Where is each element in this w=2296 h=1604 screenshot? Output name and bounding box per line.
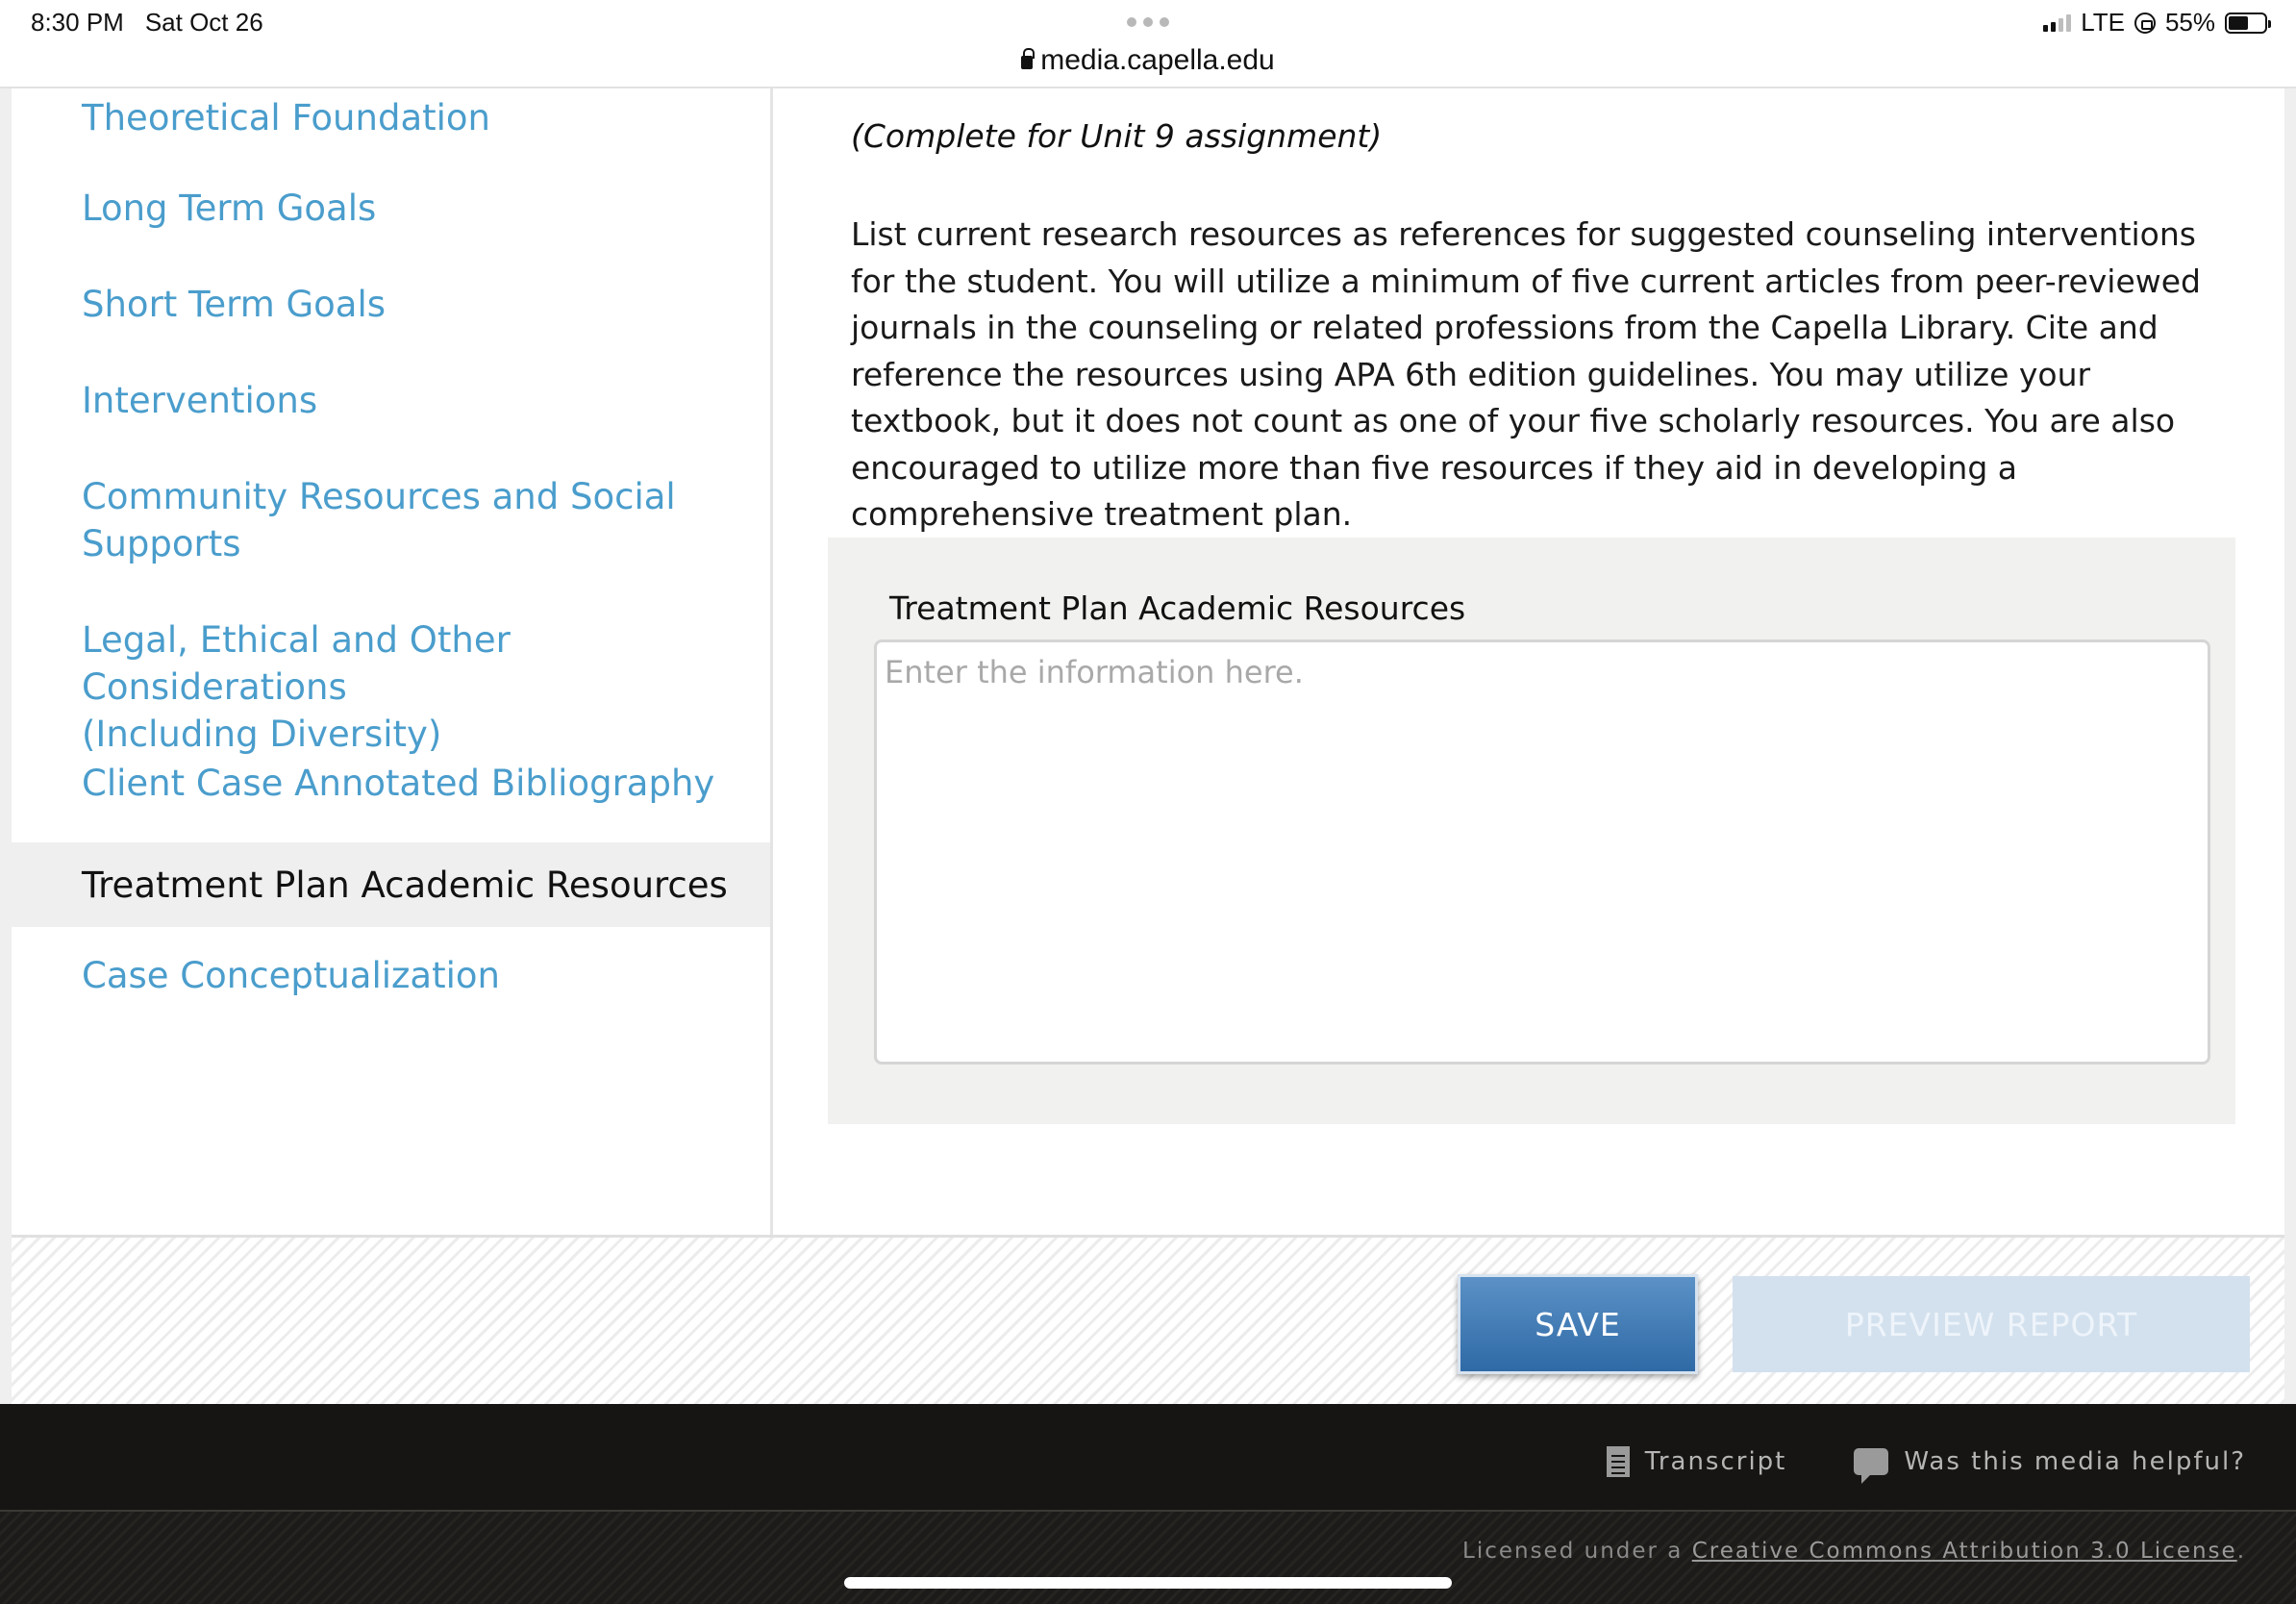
nav-item-label-line2: Supports: [82, 523, 241, 564]
nav-item-label: Case Conceptualization: [82, 955, 500, 996]
resources-textarea[interactable]: [874, 639, 2210, 1065]
nav-item-community-resources[interactable]: Community Resources and Social Supports: [12, 473, 770, 567]
home-indicator[interactable]: [844, 1577, 1452, 1589]
left-gutter: [0, 88, 12, 1408]
main-content: (Complete for Unit 9 assignment) List cu…: [776, 88, 2284, 1235]
section-navigation: Theoretical Foundation Long Term Goals S…: [12, 88, 773, 1235]
signal-icon: [2043, 13, 2072, 32]
address-bar-url: media.capella.edu: [1040, 44, 1275, 76]
nav-item-label: Short Term Goals: [82, 284, 387, 325]
license-prefix: Licensed under a: [1462, 1539, 1692, 1564]
battery-icon: [2225, 12, 2271, 34]
nav-item-label: Long Term Goals: [82, 188, 377, 229]
battery-percentage: 55%: [2164, 8, 2215, 37]
nav-item-case-conceptualization[interactable]: Case Conceptualization: [12, 952, 770, 999]
document-icon[interactable]: [1606, 1446, 1630, 1477]
feedback-link[interactable]: Was this media helpful?: [1904, 1447, 2246, 1476]
status-date: Sat Oct 26: [144, 8, 263, 37]
status-indicators: LTE 55%: [2043, 8, 2271, 38]
nav-item-treatment-plan-resources[interactable]: Treatment Plan Academic Resources: [12, 842, 770, 927]
license-text: Licensed under a Creative Commons Attrib…: [1462, 1539, 2246, 1564]
license-bar: Licensed under a Creative Commons Attrib…: [0, 1512, 2296, 1604]
nav-item-label: Legal, Ethical and Other Considerations: [82, 619, 511, 708]
license-link[interactable]: Creative Commons Attribution 3.0 License: [1692, 1539, 2237, 1564]
status-time: 8:30 PM: [31, 8, 124, 37]
network-type: LTE: [2081, 8, 2125, 37]
nav-item-label: Treatment Plan Academic Resources: [82, 865, 728, 906]
nav-item-label: Community Resources and Social: [82, 476, 676, 517]
nav-item-label-line2: (Including Diversity): [82, 714, 442, 755]
assignment-description: List current research resources as refer…: [851, 215, 2201, 533]
nav-item-theoretical-foundation[interactable]: Theoretical Foundation: [12, 88, 770, 146]
orientation-lock-icon: [2134, 12, 2156, 34]
resources-field-panel: Treatment Plan Academic Resources: [828, 538, 2235, 1124]
nav-item-annotated-bibliography[interactable]: Client Case Annotated Bibliography: [12, 760, 770, 807]
nav-item-short-term-goals[interactable]: Short Term Goals: [12, 281, 770, 328]
save-button[interactable]: SAVE: [1458, 1274, 1698, 1374]
status-time-date: 8:30 PM Sat Oct 26: [31, 8, 263, 38]
unit-instruction: (Complete for Unit 9 assignment): [851, 117, 1383, 155]
lock-icon: [1021, 48, 1036, 69]
right-gutter: [2284, 88, 2296, 1408]
footer-links: Transcript Was this media helpful?: [1606, 1446, 2246, 1484]
action-bar: SAVE PREVIEW REPORT: [12, 1235, 2284, 1404]
license-suffix: .: [2236, 1539, 2246, 1564]
ios-status-bar: 8:30 PM Sat Oct 26 media.capella.edu LTE …: [0, 0, 2296, 88]
address-bar[interactable]: media.capella.edu: [0, 44, 2296, 77]
media-footer: Transcript Was this media helpful? Licen…: [0, 1404, 2296, 1604]
preview-report-button[interactable]: PREVIEW REPORT: [1733, 1276, 2250, 1372]
nav-item-legal-ethical[interactable]: Legal, Ethical and Other Considerations …: [12, 616, 770, 755]
speech-bubble-icon[interactable]: [1854, 1448, 1889, 1484]
transcript-link[interactable]: Transcript: [1645, 1447, 1787, 1476]
resources-field-label: Treatment Plan Academic Resources: [889, 589, 1466, 627]
nav-item-label: Theoretical Foundation: [82, 97, 490, 138]
nav-item-label: Client Case Annotated Bibliography: [82, 763, 715, 804]
nav-item-label: Interventions: [82, 380, 318, 421]
multitasking-dots-icon[interactable]: [1127, 17, 1169, 27]
nav-item-long-term-goals[interactable]: Long Term Goals: [12, 185, 770, 232]
nav-item-interventions[interactable]: Interventions: [12, 377, 770, 424]
